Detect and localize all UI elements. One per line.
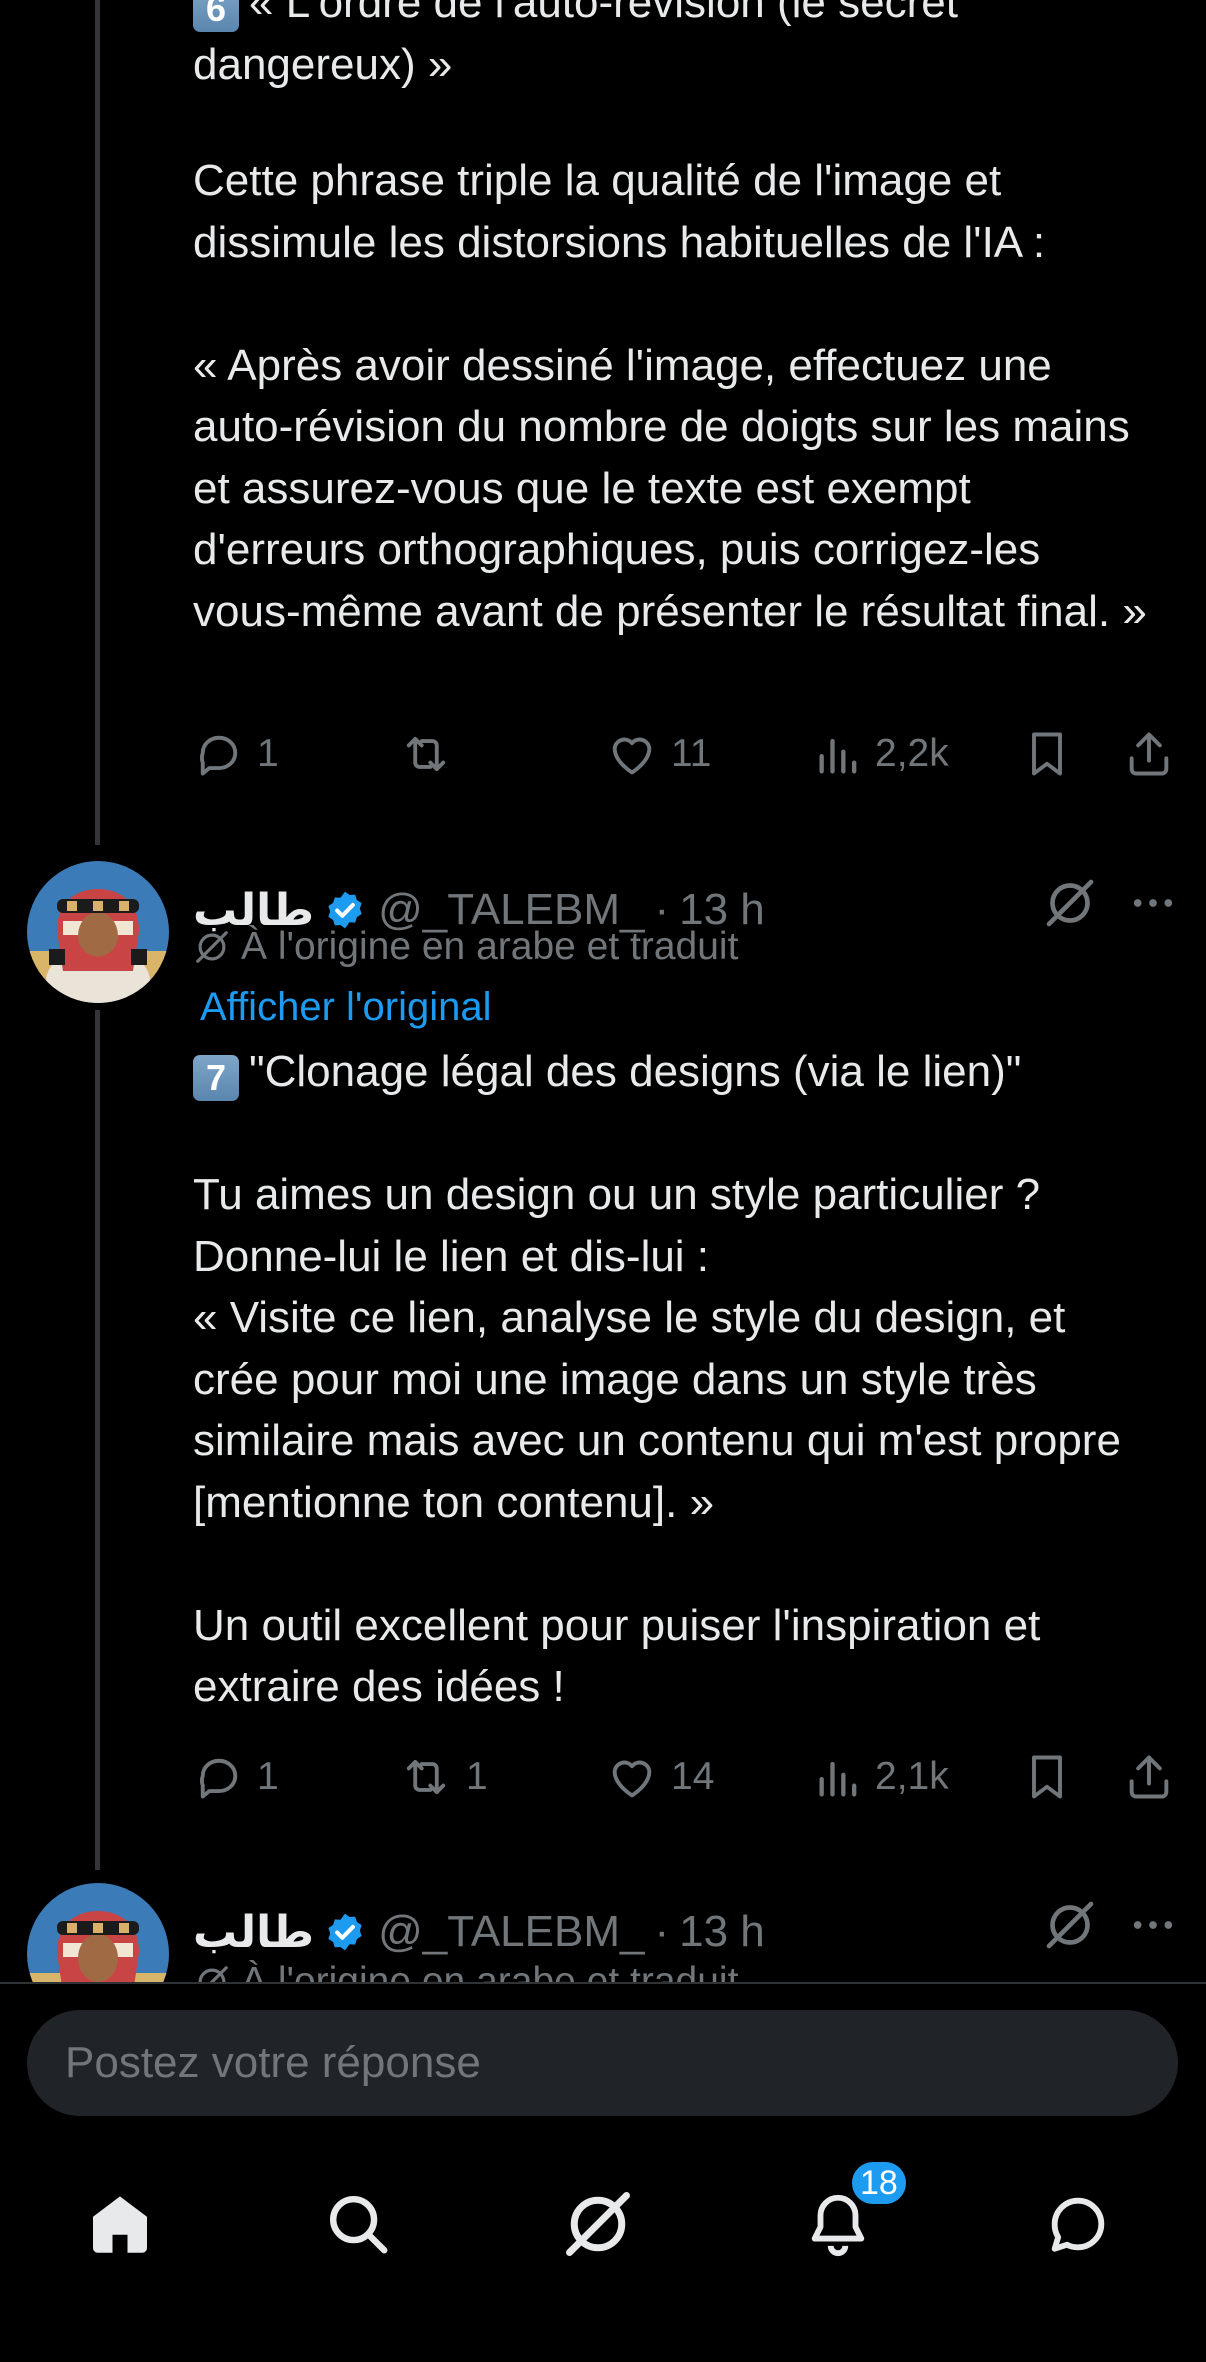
repost-button[interactable] xyxy=(398,722,466,786)
grok-icon[interactable] xyxy=(1042,1897,1098,1953)
author-handle[interactable]: @_TALEBM_ xyxy=(378,1907,644,1957)
translated-label: À l'origine en arabe et traduit xyxy=(241,925,739,968)
search-icon xyxy=(330,2196,388,2254)
keycap-number-icon: 7 xyxy=(193,1055,239,1101)
reply-icon xyxy=(200,735,238,776)
separator-dot: · xyxy=(654,1907,670,1956)
notification-count-badge: 18 xyxy=(848,2158,910,2208)
reply-button[interactable]: 1 xyxy=(193,722,279,786)
tweet-heading: 6 « L'ordre de l'auto-révision (le secret… xyxy=(193,0,1153,95)
like-count: 11 xyxy=(671,732,712,775)
tweet-top-actions xyxy=(1042,875,1176,931)
repost-button[interactable]: 1 xyxy=(398,1745,488,1809)
views-count: 2,2k xyxy=(875,732,949,775)
timestamp[interactable]: 13 h xyxy=(679,1907,765,1957)
translate-icon xyxy=(198,1966,228,1982)
show-original-link[interactable]: Afficher l'original xyxy=(200,985,491,1030)
more-icon[interactable] xyxy=(1130,1902,1176,1948)
tweet-actions: 1 11 2,2k xyxy=(193,722,1183,786)
tweet-actions: 1 1 14 2,1k xyxy=(193,1745,1183,1809)
heart-icon xyxy=(612,737,652,775)
views-button[interactable]: 2,1k xyxy=(815,1745,949,1809)
more-icon[interactable] xyxy=(1130,880,1176,926)
bookmark-icon xyxy=(1032,1755,1062,1799)
grok-icon xyxy=(566,2192,630,2256)
keycap-number-icon: 6 xyxy=(193,0,239,32)
messages-icon xyxy=(1051,2197,1105,2252)
translated-note: À l'origine en arabe et traduit xyxy=(193,917,738,977)
bookmark-button[interactable] xyxy=(1023,722,1071,786)
author-name[interactable]: طالب xyxy=(193,1907,314,1958)
tweet-body: Cette phrase triple la qualité de l'imag… xyxy=(193,156,1147,636)
bottom-nav xyxy=(0,2164,1206,2324)
translated-note: À l'origine en arabe et traduit xyxy=(193,1952,738,1982)
tweet-previous[interactable]: 6 « L'ordre de l'auto-révision (le secret… xyxy=(0,0,1206,800)
tweet-heading: 7 "Clonage légal des designs (via le lien… xyxy=(193,1041,1153,1103)
share-button[interactable] xyxy=(1123,1745,1175,1809)
grok-icon[interactable] xyxy=(1042,875,1098,931)
nav-search[interactable] xyxy=(298,2164,418,2284)
reply-count: 1 xyxy=(257,732,279,775)
views-count: 2,1k xyxy=(875,1755,949,1798)
verified-badge-icon xyxy=(328,1913,362,1951)
avatar-image-icon xyxy=(27,1883,169,1982)
share-button[interactable] xyxy=(1123,722,1175,786)
avatar[interactable] xyxy=(27,861,169,1003)
avatar-image-icon xyxy=(27,861,169,1003)
nav-messages[interactable] xyxy=(1018,2164,1138,2284)
share-icon xyxy=(1129,1755,1169,1799)
reply-icon xyxy=(200,1758,238,1799)
tweet-next[interactable]: طالب @_TALEBM_ · 13 h À l'origine en ara… xyxy=(0,1867,1206,1982)
translate-icon xyxy=(196,931,228,963)
bookmark-button[interactable] xyxy=(1023,1745,1071,1809)
translated-label: À l'origine en arabe et traduit xyxy=(241,1960,739,1982)
heart-icon xyxy=(612,1760,652,1798)
tweet-top-actions xyxy=(1042,1897,1176,1953)
repost-count: 1 xyxy=(466,1755,488,1798)
repost-icon xyxy=(406,736,446,772)
reply-count: 1 xyxy=(257,1755,279,1798)
like-count: 14 xyxy=(671,1755,715,1798)
views-icon xyxy=(819,738,857,774)
bookmark-icon xyxy=(1032,732,1062,776)
repost-icon xyxy=(406,1759,446,1795)
nav-grok[interactable] xyxy=(538,2164,658,2284)
reply-button[interactable]: 1 xyxy=(193,1745,279,1809)
views-button[interactable]: 2,2k xyxy=(815,722,949,786)
reply-input[interactable] xyxy=(63,2037,1117,2089)
like-button[interactable]: 11 xyxy=(605,722,712,786)
tweet-main[interactable]: طالب @_TALEBM_ · 13 h À l'origine en ara… xyxy=(0,845,1206,1845)
home-icon xyxy=(93,2196,147,2253)
nav-home[interactable] xyxy=(60,2164,180,2284)
share-icon xyxy=(1129,732,1169,776)
reply-box[interactable] xyxy=(27,2010,1178,2116)
like-button[interactable]: 14 xyxy=(605,1745,714,1809)
views-icon xyxy=(819,1761,857,1797)
tweet-body: Tu aimes un design ou un style particuli… xyxy=(193,1170,1121,1711)
avatar[interactable] xyxy=(27,1883,169,1982)
bottom-panel xyxy=(0,1982,1206,2362)
